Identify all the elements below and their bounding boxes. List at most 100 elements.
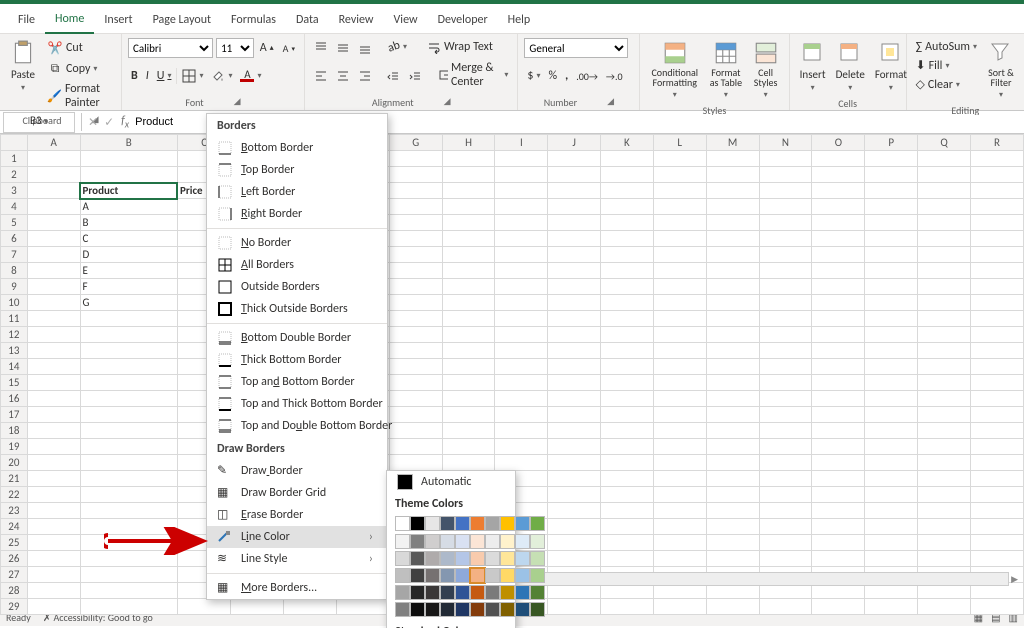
tab-file[interactable]: File [8, 9, 45, 33]
column-header[interactable]: J [548, 135, 601, 151]
cell[interactable] [80, 375, 177, 391]
column-header[interactable]: I [495, 135, 548, 151]
theme-color-swatch[interactable] [515, 516, 530, 531]
row-header[interactable]: 7 [1, 247, 28, 263]
cell[interactable] [389, 327, 442, 343]
cell[interactable] [706, 487, 759, 503]
cell[interactable] [865, 503, 918, 519]
fill-color-button[interactable]: ▾ [208, 67, 235, 85]
cell[interactable] [653, 263, 706, 279]
cell[interactable] [495, 183, 548, 199]
cell[interactable] [706, 503, 759, 519]
tab-home[interactable]: Home [45, 8, 94, 34]
shade-color-swatch[interactable] [410, 585, 425, 600]
cell[interactable] [865, 535, 918, 551]
shade-color-swatch[interactable] [500, 551, 515, 566]
bold-button[interactable]: B [128, 67, 141, 85]
cell[interactable] [812, 247, 865, 263]
cell[interactable] [495, 263, 548, 279]
column-header[interactable]: L [653, 135, 706, 151]
cell[interactable] [389, 423, 442, 439]
cell[interactable] [27, 215, 80, 231]
cell[interactable] [812, 471, 865, 487]
cell[interactable] [601, 519, 654, 535]
cell[interactable] [653, 183, 706, 199]
cell[interactable] [653, 535, 706, 551]
cell[interactable] [706, 295, 759, 311]
cell[interactable] [918, 263, 971, 279]
cell[interactable] [495, 151, 548, 167]
cell[interactable] [27, 247, 80, 263]
cell[interactable] [865, 183, 918, 199]
cell[interactable] [759, 487, 812, 503]
cell[interactable] [812, 359, 865, 375]
cell[interactable] [548, 215, 601, 231]
border-option[interactable]: Bottom Border [207, 137, 387, 159]
enter-formula-button[interactable]: ✓ [101, 113, 117, 132]
cell[interactable] [971, 599, 1024, 615]
column-header[interactable]: Q [918, 135, 971, 151]
column-header[interactable]: O [812, 135, 865, 151]
shade-color-swatch[interactable] [425, 585, 440, 600]
cell[interactable] [653, 487, 706, 503]
cell[interactable] [759, 359, 812, 375]
cell[interactable] [706, 183, 759, 199]
cell[interactable] [812, 311, 865, 327]
cell[interactable] [601, 199, 654, 215]
cell[interactable] [759, 199, 812, 215]
shade-color-swatch[interactable] [530, 602, 545, 617]
insert-cells-button[interactable]: Insert▾ [796, 38, 830, 95]
cell[interactable] [548, 407, 601, 423]
cell[interactable] [918, 599, 971, 615]
cell[interactable] [495, 215, 548, 231]
shade-color-swatch[interactable] [485, 534, 500, 549]
cell[interactable] [601, 215, 654, 231]
row-header[interactable]: 8 [1, 263, 28, 279]
cell[interactable] [865, 391, 918, 407]
cell[interactable]: G [80, 295, 177, 311]
cell[interactable] [442, 311, 495, 327]
cell[interactable] [548, 375, 601, 391]
clear-button[interactable]: ◇Clear▾ [913, 75, 980, 94]
fill-button[interactable]: ⬇Fill▾ [913, 56, 980, 75]
cell[interactable] [918, 215, 971, 231]
cell[interactable] [759, 423, 812, 439]
cell[interactable] [601, 487, 654, 503]
cell[interactable] [812, 231, 865, 247]
cell[interactable] [389, 263, 442, 279]
cell[interactable] [80, 535, 177, 551]
cell[interactable] [812, 535, 865, 551]
cell[interactable] [495, 391, 548, 407]
shade-color-swatch[interactable] [440, 568, 455, 583]
cell[interactable]: A [80, 199, 177, 215]
column-header[interactable]: G [389, 135, 442, 151]
cell[interactable] [495, 359, 548, 375]
shade-color-swatch[interactable] [515, 602, 530, 617]
cell[interactable] [442, 247, 495, 263]
cell[interactable] [759, 151, 812, 167]
cell[interactable] [548, 279, 601, 295]
cell[interactable] [548, 263, 601, 279]
cell[interactable] [812, 423, 865, 439]
cell[interactable] [548, 487, 601, 503]
cell[interactable] [80, 487, 177, 503]
row-header[interactable]: 17 [1, 407, 28, 423]
shade-color-swatch[interactable] [395, 568, 410, 583]
row-header[interactable]: 10 [1, 295, 28, 311]
shade-color-swatch[interactable] [440, 585, 455, 600]
cell[interactable] [812, 487, 865, 503]
cell[interactable] [548, 359, 601, 375]
cell[interactable] [601, 151, 654, 167]
cell[interactable] [601, 263, 654, 279]
column-header[interactable]: B [80, 135, 177, 151]
cell[interactable] [865, 359, 918, 375]
cell[interactable] [865, 279, 918, 295]
cell[interactable] [548, 519, 601, 535]
border-option[interactable]: Top and Double Bottom Border [207, 415, 387, 437]
cell[interactable] [389, 407, 442, 423]
cell[interactable] [812, 295, 865, 311]
cell[interactable] [706, 167, 759, 183]
shade-color-swatch[interactable] [530, 585, 545, 600]
cell[interactable] [548, 551, 601, 567]
cell[interactable] [759, 327, 812, 343]
